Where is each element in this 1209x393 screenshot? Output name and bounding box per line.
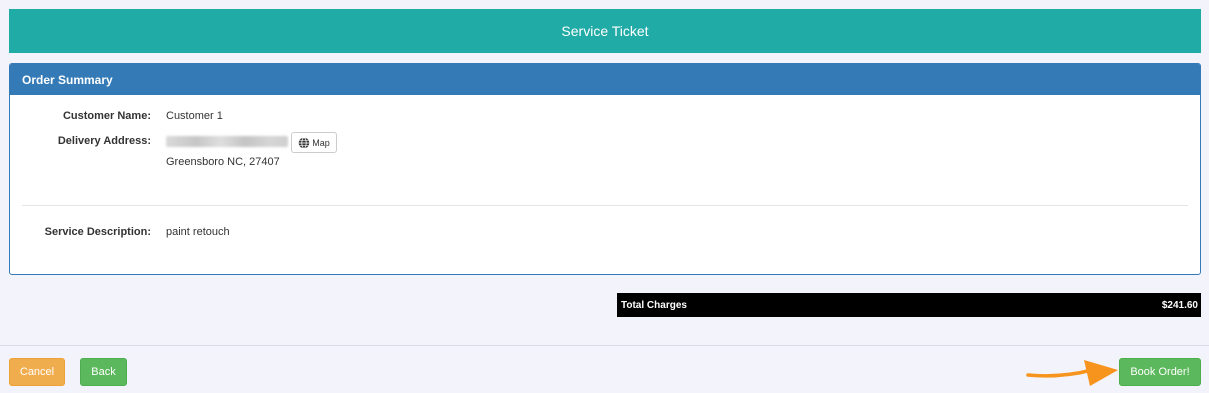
footer-divider — [0, 345, 1209, 346]
service-description-row: Service Description: paint retouch — [10, 226, 230, 238]
service-description-label: Service Description: — [44, 226, 151, 238]
cancel-button-label: Cancel — [19, 366, 55, 378]
total-charges-label: Total Charges — [621, 299, 687, 311]
service-description-value: paint retouch — [166, 226, 230, 238]
customer-name-label: Customer Name: — [62, 110, 151, 122]
page-header: Service Ticket — [9, 9, 1201, 53]
cancel-button[interactable]: Cancel — [9, 358, 65, 386]
back-button[interactable]: Back — [80, 358, 127, 386]
globe-icon — [298, 136, 310, 149]
address-line-2: Greensboro NC, 27407 — [166, 156, 280, 168]
map-button[interactable]: Map — [291, 132, 337, 153]
back-button-label: Back — [91, 366, 116, 378]
customer-name-row: Customer Name: Customer 1 — [10, 110, 223, 122]
order-summary-panel: Order Summary Customer Name: Customer 1 … — [9, 63, 1201, 275]
book-order-button[interactable]: Book Order! — [1119, 358, 1201, 386]
panel-heading: Order Summary — [10, 64, 1200, 95]
total-charges-amount: $241.60 — [1161, 299, 1198, 311]
total-charges-bar: Total Charges $241.60 — [617, 293, 1201, 317]
book-order-button-label: Book Order! — [1130, 366, 1190, 378]
delivery-address-label: Delivery Address: — [57, 135, 151, 147]
arrow-right-icon — [1026, 360, 1118, 386]
panel-title: Order Summary — [22, 72, 113, 87]
delivery-address-value — [166, 135, 288, 147]
delivery-address-row: Delivery Address: — [10, 135, 288, 147]
redacted-address-line — [166, 135, 288, 147]
map-button-label: Map — [312, 137, 330, 148]
divider — [22, 205, 1188, 206]
page-title: Service Ticket — [561, 23, 649, 39]
customer-name-value: Customer 1 — [166, 110, 223, 122]
address-city-state-zip: Greensboro NC, 27407 — [166, 156, 280, 168]
